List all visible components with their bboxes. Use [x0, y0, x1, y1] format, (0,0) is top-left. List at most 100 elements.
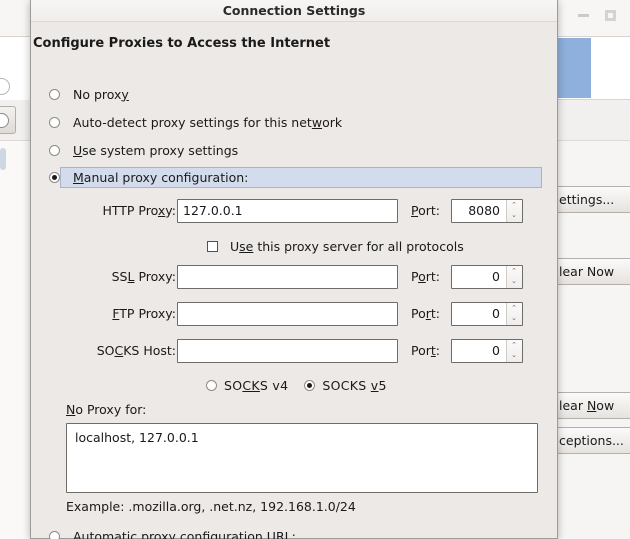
label-suffix: TP Proxy:: [119, 306, 176, 321]
chevron-up-icon[interactable]: ⌃: [510, 342, 518, 349]
label-prefix: SS: [111, 269, 128, 284]
socks-port-label: Port:: [411, 340, 440, 362]
label-accel: y: [121, 86, 129, 102]
clear-now-accel: N: [586, 398, 597, 413]
no-proxy-for-textarea[interactable]: localhost, 127.0.0.1: [66, 423, 538, 493]
label-suffix: se system proxy settings: [82, 142, 239, 158]
example-hint: Example: .mozilla.org, .net.nz, 192.168.…: [66, 499, 356, 514]
radio-manual-proxy-indicator: [49, 172, 60, 183]
socks-port-spinner-buttons[interactable]: ⌃ ⌄: [506, 340, 522, 362]
ssl-proxy-input[interactable]: [177, 265, 398, 289]
clear-now-prefix: lear: [559, 398, 587, 413]
radio-socks-v4-label[interactable]: SOCKS v4: [224, 378, 288, 393]
http-port-spinner[interactable]: 8080 ⌃ ⌄: [451, 199, 523, 223]
dialog-title: Connection Settings: [222, 3, 366, 18]
label-prefix: Por: [411, 343, 431, 358]
http-proxy-input[interactable]: 127.0.0.1: [177, 199, 398, 223]
radio-no-proxy-label: No proxy: [73, 87, 129, 102]
ftp-port-spinner-buttons[interactable]: ⌃ ⌄: [506, 303, 522, 325]
radio-auto-detect-indicator: [49, 117, 60, 128]
chevron-down-icon[interactable]: ⌄: [510, 212, 518, 219]
label-suffix: o Proxy for:: [75, 402, 147, 417]
radio-no-proxy[interactable]: No proxy: [49, 84, 129, 104]
maximize-button[interactable]: [605, 10, 616, 21]
checkbox-all-protocols[interactable]: Use this proxy server for all protocols: [207, 237, 464, 255]
label-suffix: KS Host:: [123, 343, 176, 358]
radio-auto-config-url-indicator: [49, 531, 60, 539]
label-prefix: Auto-detect proxy settings for this net: [72, 114, 312, 130]
chevron-down-icon[interactable]: ⌄: [510, 278, 518, 285]
radio-manual-proxy[interactable]: Manual proxy configuration:: [49, 167, 248, 187]
radio-no-proxy-indicator: [49, 89, 60, 100]
http-port-spinner-buttons[interactable]: ⌃ ⌄: [506, 200, 522, 222]
label-prefix: No prox: [72, 86, 122, 102]
chevron-down-icon[interactable]: ⌄: [510, 352, 518, 359]
minimize-button[interactable]: [578, 14, 589, 17]
ssl-port-spinner-buttons[interactable]: ⌃ ⌄: [506, 266, 522, 288]
label-accel: N: [66, 402, 76, 417]
chevron-up-icon[interactable]: ⌃: [510, 268, 518, 275]
label-suffix: :: [435, 343, 441, 358]
label-accel: A: [72, 528, 82, 539]
socks-port-value: 0: [492, 343, 500, 358]
background-left-panel: [0, 140, 33, 539]
radio-use-system-indicator: [49, 145, 60, 156]
ftp-port-value: 0: [492, 306, 500, 321]
scrollbar-thumb[interactable]: [0, 148, 6, 170]
label-prefix: SO: [224, 377, 243, 393]
label-accel: w: [311, 114, 323, 130]
chevron-up-icon[interactable]: ⌃: [510, 305, 518, 312]
ssl-proxy-label: SSL Proxy:: [41, 266, 176, 288]
radio-auto-config-url[interactable]: Automatic proxy configuration URL:: [49, 526, 296, 539]
ftp-proxy-label: FTP Proxy:: [41, 303, 176, 325]
label-suffix: ork: [322, 114, 343, 130]
label-suffix: ort:: [418, 203, 440, 218]
radio-use-system[interactable]: Use system proxy settings: [49, 140, 238, 160]
section-heading: Configure Proxies to Access the Internet: [33, 36, 331, 51]
radio-socks-v4-indicator[interactable]: [206, 380, 217, 391]
label-prefix: U: [229, 238, 240, 254]
ssl-port-spinner[interactable]: 0 ⌃ ⌄: [451, 265, 523, 289]
label-accel: C: [114, 343, 124, 358]
no-proxy-for-label: No Proxy for:: [66, 402, 146, 417]
socks-version-group: SOCKS v4 SOCKS v5: [206, 376, 403, 394]
clear-now-button-2[interactable]: lear Now: [552, 392, 630, 419]
label-suffix: 5: [378, 377, 387, 393]
http-port-label: Port:: [411, 200, 440, 222]
label-accel: o: [418, 269, 426, 284]
label-suffix: S v4: [259, 377, 289, 393]
label-prefix: HTTP Pro: [102, 203, 158, 218]
label-prefix: Po: [411, 306, 426, 321]
checkbox-all-protocols-indicator: [207, 241, 218, 252]
clear-now-button-1[interactable]: lear Now: [552, 258, 630, 285]
chevron-down-icon[interactable]: ⌄: [510, 315, 518, 322]
radio-use-system-label: Use system proxy settings: [73, 143, 238, 158]
radio-socks-v5-indicator[interactable]: [304, 380, 316, 391]
chevron-up-icon[interactable]: ⌃: [510, 202, 518, 209]
ftp-port-spinner[interactable]: 0 ⌃ ⌄: [451, 302, 523, 326]
exceptions-button[interactable]: ceptions...: [552, 427, 630, 454]
socks-host-label: SOCKS Host:: [41, 340, 176, 362]
label-accel: CK: [242, 377, 260, 393]
label-suffix: utomatic proxy configuration URL:: [81, 528, 296, 539]
radio-manual-proxy-label: Manual proxy configuration:: [73, 170, 248, 185]
radio-socks-v5-label[interactable]: SOCKS v5: [322, 378, 386, 393]
dialog-titlebar: Connection Settings: [31, 0, 557, 22]
radio-auto-config-url-label: Automatic proxy configuration URL:: [73, 529, 296, 539]
clear-now-suffix: ow: [596, 398, 615, 413]
checkbox-all-protocols-label: Use this proxy server for all protocols: [230, 239, 464, 254]
label-accel: v: [370, 377, 379, 393]
radio-auto-detect[interactable]: Auto-detect proxy settings for this netw…: [49, 112, 342, 132]
label-suffix: t:: [430, 306, 441, 321]
ftp-proxy-input[interactable]: [177, 302, 398, 326]
http-port-value: 8080: [468, 203, 500, 218]
socks-host-input[interactable]: [177, 339, 398, 363]
label-suffix: rt:: [425, 269, 441, 284]
label-suffix: y:: [165, 203, 176, 218]
http-proxy-label: HTTP Proxy:: [41, 200, 176, 222]
label-accel: se: [239, 238, 254, 254]
radio-auto-detect-label: Auto-detect proxy settings for this netw…: [73, 115, 342, 130]
socks-port-spinner[interactable]: 0 ⌃ ⌄: [451, 339, 523, 363]
settings-button[interactable]: ettings...: [552, 186, 630, 213]
connection-settings-dialog: Connection Settings Configure Proxies to…: [30, 0, 558, 539]
